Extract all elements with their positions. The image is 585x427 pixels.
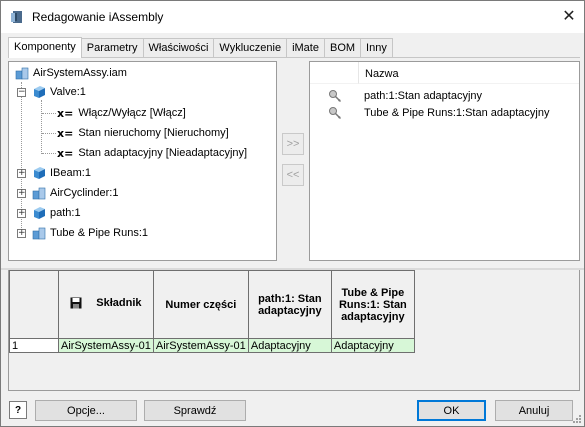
close-icon: ✕ [562, 8, 576, 25]
list-item[interactable]: path:1:Stan adaptacyjny [328, 88, 482, 104]
tree-param-enable[interactable]: x= Włącz/Wyłącz [Włącz] [57, 104, 186, 122]
list-header-spacer [310, 62, 358, 84]
part-icon [34, 207, 45, 219]
title-bar: Redagowanie iAssembly ✕ [1, 1, 584, 33]
close-button[interactable]: ✕ [554, 1, 584, 31]
tree-param-adaptive[interactable]: x= Stan adaptacyjny [Nieadaptacyjny] [57, 144, 247, 162]
tab-bom[interactable]: BOM [323, 38, 362, 58]
part-icon [34, 86, 45, 98]
expand-icon[interactable]: + [17, 228, 26, 238]
tree-param-enable-label: Włącz/Wyłącz [Włącz] [78, 107, 186, 119]
tab-komponenty[interactable]: Komponenty [8, 37, 82, 58]
add-to-table-button[interactable]: >> [282, 133, 304, 155]
assembly-icon [32, 187, 46, 200]
table-row: 1 AirSystemAssy-01 AirSystemAssy-01 Adap… [9, 338, 415, 353]
tab-parametry[interactable]: Parametry [80, 38, 144, 58]
parameter-icon: x= [57, 106, 74, 120]
cell-tube-adaptive[interactable]: Adaptacyjny [330, 338, 415, 353]
tree-param-adaptive-label: Stan adaptacyjny [Nieadaptacyjny] [78, 147, 248, 159]
part-icon [34, 167, 45, 179]
button-bar: ? Opcje... Sprawdź OK Anuluj [1, 393, 584, 426]
tree-root[interactable]: AirSystemAssy.iam [15, 64, 127, 82]
check-button[interactable]: Sprawdź [144, 400, 246, 421]
assembly-icon [32, 227, 46, 240]
tree-param-grounded-label: Stan nieruchomy [Nieruchomy] [78, 127, 229, 139]
collapse-icon[interactable]: − [17, 87, 26, 97]
column-header-path-adaptive[interactable]: path:1: Stan adaptacyjny [247, 270, 332, 339]
selected-parameters-list[interactable]: Nazwa path:1:Stan adaptacyjny Tube & Pip… [309, 61, 580, 261]
tree-item-path-label: path:1 [50, 207, 81, 219]
tree-param-grounded[interactable]: x= Stan nieruchomy [Nieruchomy] [57, 124, 229, 142]
column-header-part-number[interactable]: Numer części [152, 270, 249, 339]
corner-header-cell[interactable] [9, 270, 59, 339]
cancel-button[interactable]: Anuluj [495, 400, 573, 421]
column-header-member[interactable]: Składnik [58, 270, 154, 339]
tree-item-ibeam-label: IBeam:1 [50, 167, 91, 179]
tab-strip: Komponenty Parametry Właściwości Wyklucz… [8, 37, 393, 58]
list-item-label: Tube & Pipe Runs:1:Stan adaptacyjny [364, 107, 550, 119]
cell-member[interactable]: AirSystemAssy-01 [58, 338, 154, 353]
help-button[interactable]: ? [9, 401, 27, 419]
tree-item-valve[interactable]: − Valve:1 [17, 83, 86, 101]
list-item-label: path:1:Stan adaptacyjny [364, 90, 483, 102]
tree-item-ibeam[interactable]: + IBeam:1 [17, 164, 91, 182]
inventor-app-icon [11, 11, 22, 23]
expand-icon[interactable]: + [17, 188, 26, 198]
components-panel: AirSystemAssy.iam − Valve:1 x= Włącz/Wył… [8, 57, 580, 268]
component-tree[interactable]: AirSystemAssy.iam − Valve:1 x= Włącz/Wył… [8, 61, 277, 261]
options-button[interactable]: Opcje... [35, 400, 137, 421]
tab-imate[interactable]: iMate [286, 38, 325, 58]
save-icon [70, 297, 82, 309]
tree-item-aircylinder-label: AirCyclinder:1 [50, 187, 119, 199]
iassembly-dialog: Redagowanie iAssembly ✕ Komponenty Param… [0, 0, 585, 427]
tab-inny[interactable]: Inny [360, 38, 393, 58]
tab-wykluczenie[interactable]: Wykluczenie [213, 38, 288, 58]
key-icon [329, 107, 342, 120]
tree-item-valve-label: Valve:1 [50, 86, 86, 98]
key-icon [329, 90, 342, 103]
tree-item-tube-pipe-label: Tube & Pipe Runs:1 [50, 227, 149, 239]
tab-wlasciwosci[interactable]: Właściwości [142, 38, 215, 58]
member-table: Składnik Numer części path:1: Stan adapt… [9, 270, 415, 353]
ok-button[interactable]: OK [417, 400, 486, 421]
window-title: Redagowanie iAssembly [32, 10, 164, 24]
column-header-tube-adaptive[interactable]: Tube & Pipe Runs:1: Stan adaptacyjny [330, 270, 415, 339]
cell-part-number[interactable]: AirSystemAssy-01 [152, 338, 249, 353]
tree-item-tube-pipe[interactable]: + Tube & Pipe Runs:1 [17, 224, 148, 242]
assembly-icon [15, 67, 29, 80]
member-table-area: Składnik Numer części path:1: Stan adapt… [8, 270, 580, 391]
tree-root-label: AirSystemAssy.iam [33, 67, 127, 79]
resize-grip-icon[interactable] [572, 414, 582, 424]
tree-item-aircylinder[interactable]: + AirCyclinder:1 [17, 184, 118, 202]
list-item[interactable]: Tube & Pipe Runs:1:Stan adaptacyjny [328, 105, 550, 121]
column-header-member-label: Składnik [96, 297, 142, 309]
row-index-cell[interactable]: 1 [9, 338, 59, 353]
help-icon: ? [14, 404, 22, 416]
parameter-icon: x= [57, 146, 74, 160]
cell-path-adaptive[interactable]: Adaptacyjny [247, 338, 332, 353]
expand-icon[interactable]: + [17, 208, 26, 218]
remove-from-table-button[interactable]: << [282, 164, 304, 186]
parameter-icon: x= [57, 126, 74, 140]
list-header-name: Nazwa [358, 62, 579, 84]
tree-item-path[interactable]: + path:1 [17, 204, 81, 222]
expand-icon[interactable]: + [17, 168, 26, 178]
